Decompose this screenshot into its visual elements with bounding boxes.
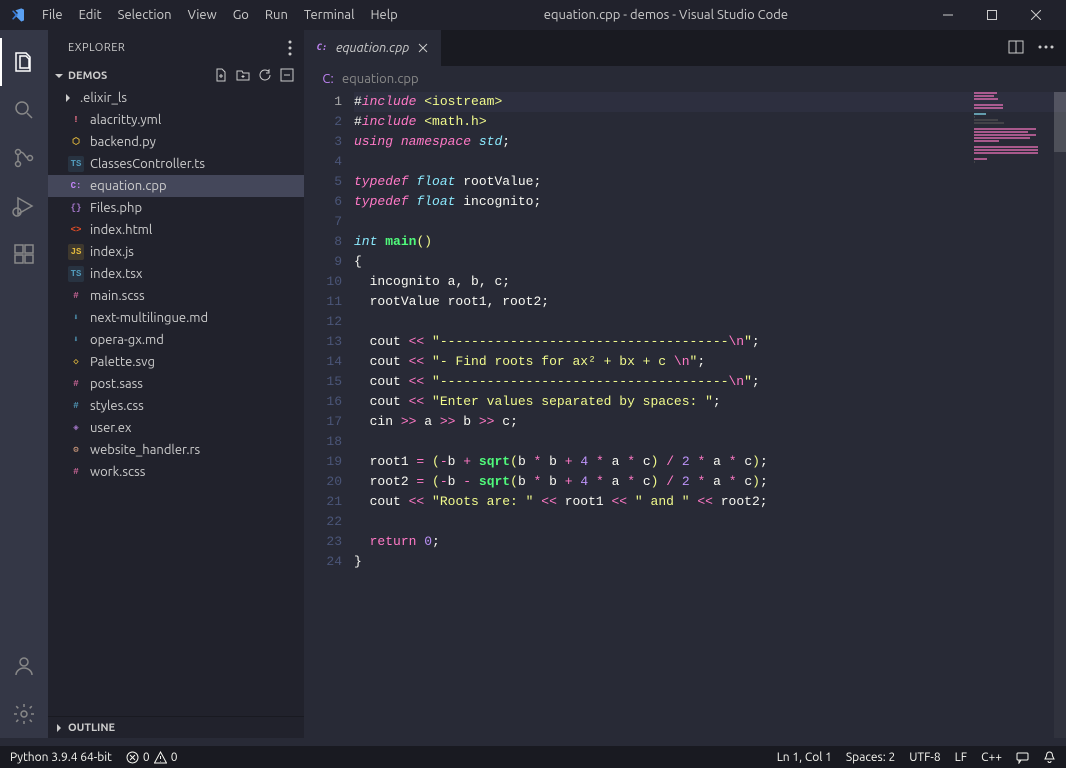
minimap[interactable]: [974, 92, 1054, 738]
file-item[interactable]: #post.sass: [48, 373, 304, 395]
file-item[interactable]: ⬇opera-gx.md: [48, 329, 304, 351]
folder-item[interactable]: .elixir_ls: [48, 87, 304, 109]
vscode-logo-icon: [10, 7, 26, 23]
scss-file-icon: #: [68, 288, 84, 304]
status-problems[interactable]: 0 0: [126, 751, 178, 764]
window-title: equation.cpp - demos - Visual Studio Cod…: [406, 8, 926, 22]
menu-view[interactable]: View: [180, 4, 225, 26]
code-content[interactable]: #include <iostream>#include <math.h>usin…: [354, 92, 1066, 738]
status-cursor[interactable]: Ln 1, Col 1: [777, 751, 832, 764]
html-file-icon: <>: [68, 222, 84, 238]
breadcrumb[interactable]: C: equation.cpp: [304, 66, 1066, 92]
css-file-icon: #: [68, 398, 84, 414]
code-area[interactable]: 123456789101112131415161718192021222324 …: [304, 92, 1066, 738]
menu-help[interactable]: Help: [362, 4, 405, 26]
status-eol[interactable]: LF: [955, 751, 967, 764]
yml-file-icon: !: [68, 112, 84, 128]
window-controls: [926, 0, 1058, 30]
file-item[interactable]: <>index.html: [48, 219, 304, 241]
file-tree: .elixir_ls!alacritty.yml⬡backend.pyTSCla…: [48, 87, 304, 716]
cpp-file-icon: C:: [314, 40, 330, 56]
activity-scm[interactable]: [0, 134, 48, 182]
file-item[interactable]: #styles.css: [48, 395, 304, 417]
php-file-icon: {}: [68, 200, 84, 216]
menu-file[interactable]: File: [34, 4, 71, 26]
file-item[interactable]: JSindex.js: [48, 241, 304, 263]
menu-terminal[interactable]: Terminal: [296, 4, 363, 26]
close-button[interactable]: [1014, 0, 1058, 30]
ex-file-icon: ◈: [68, 420, 84, 436]
activity-search[interactable]: [0, 86, 48, 134]
explorer-title: EXPLORER: [68, 42, 125, 54]
menu-run[interactable]: Run: [257, 4, 296, 26]
file-item[interactable]: #work.scss: [48, 461, 304, 483]
sidebar-header: EXPLORER: [48, 30, 304, 65]
cpp-file-icon: C:: [320, 71, 336, 87]
rs-file-icon: ⚙: [68, 442, 84, 458]
menu-go[interactable]: Go: [225, 4, 257, 26]
chevron-down-icon: [52, 69, 66, 83]
activity-explorer[interactable]: [0, 38, 48, 86]
file-item[interactable]: TSindex.tsx: [48, 263, 304, 285]
py-file-icon: ⬡: [68, 134, 84, 150]
menu-edit[interactable]: Edit: [71, 4, 110, 26]
md-file-icon: ⬇: [68, 332, 84, 348]
js-file-icon: JS: [68, 244, 84, 260]
activity-bar: [0, 30, 48, 738]
status-python[interactable]: Python 3.9.4 64-bit: [10, 751, 112, 764]
status-bar: Python 3.9.4 64-bit 0 0 Ln 1, Col 1 Spac…: [0, 746, 1066, 768]
file-item[interactable]: ◈user.ex: [48, 417, 304, 439]
status-feedback[interactable]: [1016, 751, 1029, 764]
status-lang[interactable]: C++: [981, 751, 1002, 764]
minimize-button[interactable]: [926, 0, 970, 30]
refresh-button[interactable]: [258, 68, 272, 85]
activity-account[interactable]: [0, 642, 48, 690]
menu-selection[interactable]: Selection: [110, 4, 180, 26]
file-item[interactable]: TSClassesController.ts: [48, 153, 304, 175]
status-bell[interactable]: [1043, 751, 1056, 764]
file-item[interactable]: {}Files.php: [48, 197, 304, 219]
ts-file-icon: TS: [68, 266, 84, 282]
sass-file-icon: #: [68, 376, 84, 392]
menu-bar: FileEditSelectionViewGoRunTerminalHelp: [34, 4, 406, 26]
cpp-file-icon: C:: [68, 178, 84, 194]
tab-close-button[interactable]: [415, 40, 431, 56]
line-gutter: 123456789101112131415161718192021222324: [304, 92, 354, 738]
file-item[interactable]: !alacritty.yml: [48, 109, 304, 131]
file-item[interactable]: ◇Palette.svg: [48, 351, 304, 373]
file-item[interactable]: ⚙website_handler.rs: [48, 439, 304, 461]
editor-scrollbar[interactable]: [1054, 92, 1066, 738]
svg-file-icon: ◇: [68, 354, 84, 370]
maximize-button[interactable]: [970, 0, 1014, 30]
activity-debug[interactable]: [0, 182, 48, 230]
activity-extensions[interactable]: [0, 230, 48, 278]
chevron-right-icon: [62, 92, 74, 104]
project-header[interactable]: DEMOS: [48, 65, 304, 87]
ts-file-icon: TS: [68, 156, 84, 172]
tab-equation-cpp[interactable]: C:equation.cpp: [304, 30, 442, 66]
file-item[interactable]: #main.scss: [48, 285, 304, 307]
file-item[interactable]: ⬇next-multilingue.md: [48, 307, 304, 329]
editor-more-button[interactable]: [1038, 39, 1054, 58]
scss-file-icon: #: [68, 464, 84, 480]
new-file-button[interactable]: [214, 68, 228, 85]
editor: C:equation.cpp C: equation.cpp 123456789…: [304, 30, 1066, 738]
chevron-right-icon: [52, 721, 66, 735]
new-folder-button[interactable]: [236, 68, 250, 85]
status-encoding[interactable]: UTF-8: [909, 751, 940, 764]
activity-settings[interactable]: [0, 690, 48, 738]
file-item[interactable]: ⬡backend.py: [48, 131, 304, 153]
collapse-button[interactable]: [280, 68, 294, 85]
file-item[interactable]: C:equation.cpp: [48, 175, 304, 197]
outline-header[interactable]: OUTLINE: [48, 716, 304, 738]
sidebar: EXPLORER DEMOS .elixir_ls!alacritty.yml⬡…: [48, 30, 304, 738]
split-editor-button[interactable]: [1008, 39, 1024, 58]
md-file-icon: ⬇: [68, 310, 84, 326]
title-bar: FileEditSelectionViewGoRunTerminalHelp e…: [0, 0, 1066, 30]
status-spaces[interactable]: Spaces: 2: [846, 751, 895, 764]
sidebar-more-button[interactable]: [288, 40, 292, 56]
tab-bar: C:equation.cpp: [304, 30, 1066, 66]
